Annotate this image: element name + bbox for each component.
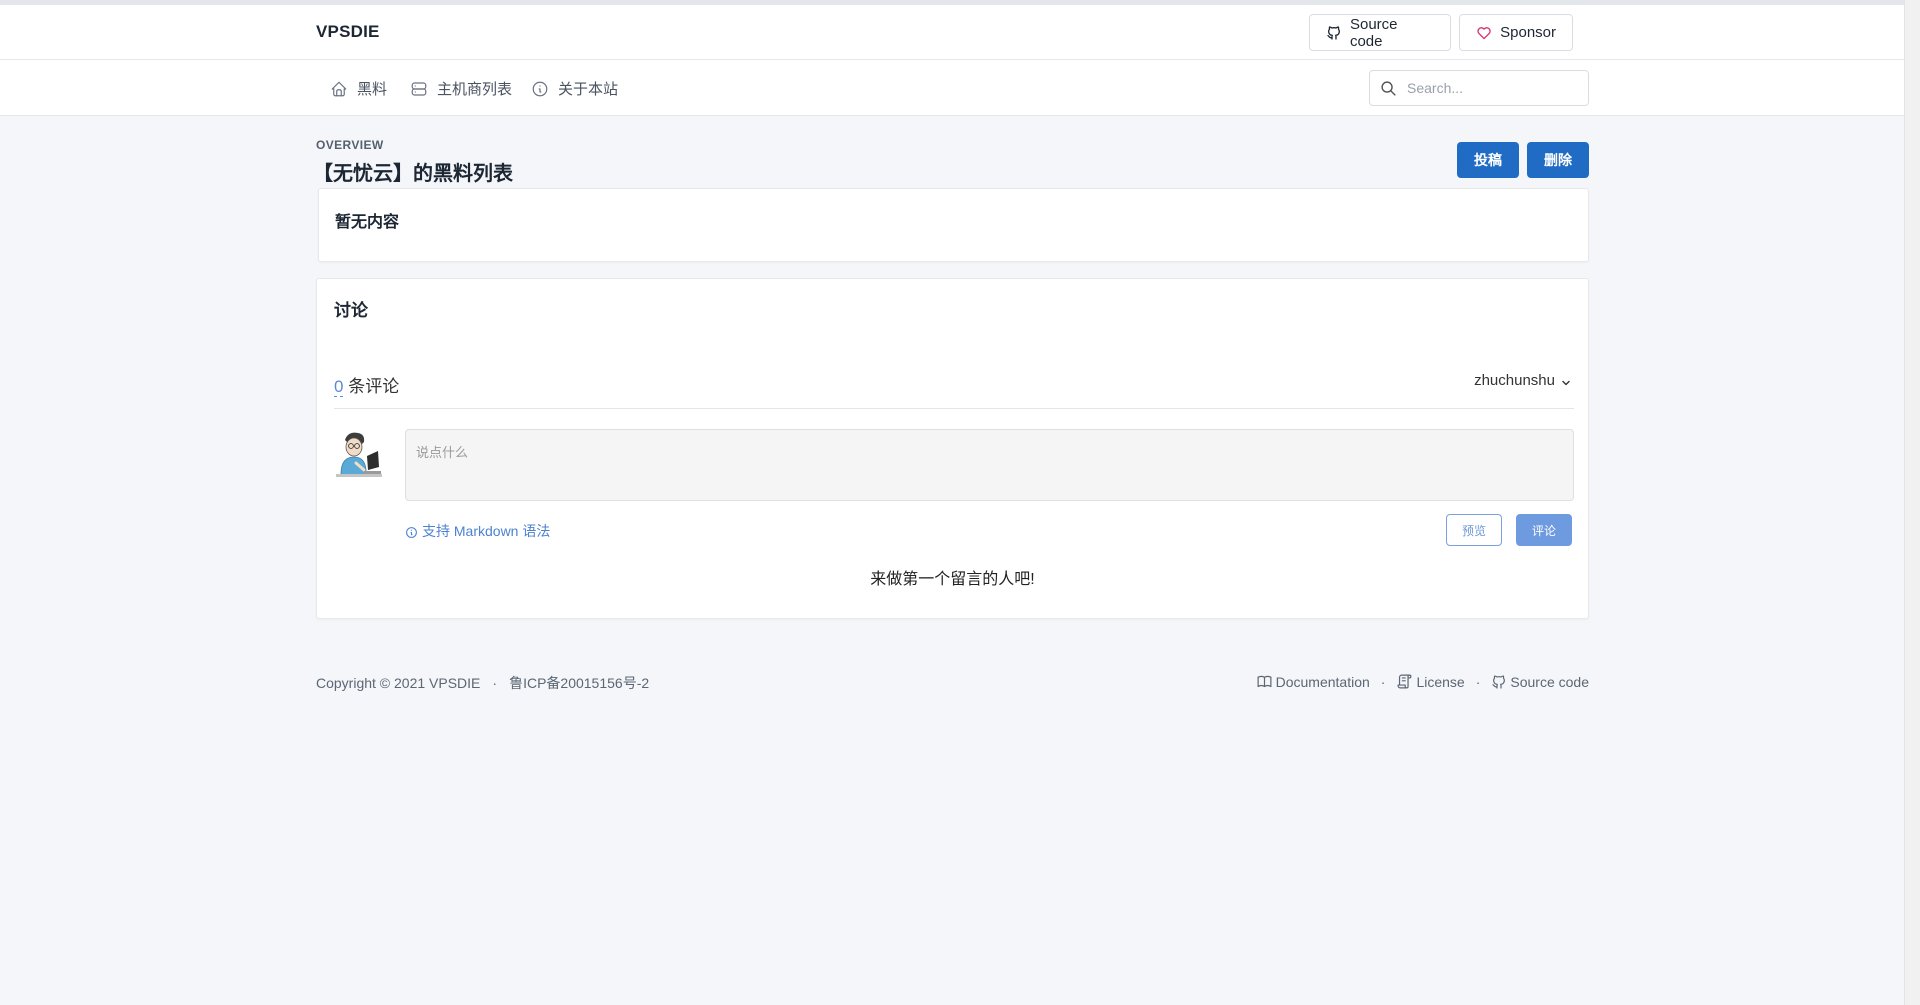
empty-state-text: 暂无内容 bbox=[335, 214, 400, 231]
source-code-button[interactable]: Source code bbox=[1309, 14, 1451, 51]
comment-count-suffix: 条评论 bbox=[348, 377, 400, 396]
github-icon bbox=[1327, 25, 1340, 40]
sponsor-button[interactable]: Sponsor bbox=[1459, 14, 1573, 51]
user-menu[interactable]: zhuchunshu bbox=[1474, 372, 1571, 389]
license-icon bbox=[1397, 674, 1412, 689]
separator-dot: · bbox=[1380, 673, 1386, 690]
separator-dot: · bbox=[1475, 673, 1481, 690]
empty-comments-message: 来做第一个留言的人吧! bbox=[870, 571, 1035, 588]
chevron-down-icon bbox=[1562, 380, 1570, 385]
search-box[interactable] bbox=[1369, 70, 1589, 106]
comment-count: 0 条评论 bbox=[334, 372, 399, 397]
copyright-text: Copyright © 2021 VPSDIE bbox=[316, 675, 481, 691]
divider bbox=[334, 408, 1574, 409]
separator-dot: · bbox=[492, 675, 498, 691]
documentation-label: Documentation bbox=[1275, 673, 1370, 690]
nav-item-hosts[interactable]: 主机商列表 bbox=[410, 78, 512, 99]
github-icon bbox=[1492, 674, 1506, 689]
heart-icon bbox=[1477, 27, 1491, 40]
info-circle-icon bbox=[406, 527, 417, 538]
home-icon bbox=[331, 81, 347, 96]
preview-button[interactable]: 预览 bbox=[1446, 514, 1502, 546]
license-label: License bbox=[1416, 673, 1465, 690]
source-code-label: Source code bbox=[1349, 15, 1398, 50]
search-input[interactable] bbox=[1407, 80, 1577, 96]
icp-link[interactable]: 鲁ICP备20015156号-2 bbox=[509, 673, 649, 693]
comment-count-number: 0 bbox=[334, 377, 344, 397]
nav-item-label: 主机商列表 bbox=[437, 81, 513, 98]
nav-bar: 黑料 主机商列表 关于本站 bbox=[0, 60, 1904, 116]
discussion-card: 讨论 0 条评论 zhuchunshu 支持 Markdown 语法 预览 评论… bbox=[316, 278, 1589, 619]
search-icon bbox=[1381, 80, 1396, 96]
avatar bbox=[334, 430, 384, 482]
sponsor-label: Sponsor bbox=[1500, 24, 1556, 41]
server-icon bbox=[411, 81, 427, 96]
footer-source-code-link[interactable]: Source code bbox=[1491, 674, 1589, 690]
comment-textarea[interactable] bbox=[405, 429, 1574, 501]
nav-item-about[interactable]: 关于本站 bbox=[531, 78, 618, 99]
scrollbar[interactable] bbox=[1904, 0, 1920, 1005]
submit-button[interactable]: 投稿 bbox=[1457, 142, 1519, 178]
content-card: 暂无内容 bbox=[318, 188, 1589, 262]
source-code-label: Source code bbox=[1510, 673, 1589, 690]
delete-button[interactable]: 删除 bbox=[1527, 142, 1589, 178]
footer-left: Copyright © 2021 VPSDIE · 鲁ICP备20015156号… bbox=[316, 673, 649, 693]
brand-logo[interactable]: VPSDIE bbox=[316, 22, 380, 42]
username: zhuchunshu bbox=[1474, 372, 1555, 389]
info-circle-icon bbox=[532, 81, 548, 96]
license-link[interactable]: License bbox=[1396, 673, 1465, 690]
documentation-link[interactable]: Documentation bbox=[1256, 673, 1370, 690]
discussion-title: 讨论 bbox=[334, 301, 368, 320]
nav-item-label: 关于本站 bbox=[558, 81, 619, 98]
markdown-hint-label: 支持 Markdown 语法 bbox=[422, 523, 551, 539]
top-header: VPSDIE Source code Sponsor bbox=[0, 5, 1904, 60]
overview-label: OVERVIEW bbox=[316, 138, 384, 152]
book-icon bbox=[1257, 675, 1272, 688]
footer-links: Documentation · License · Source code bbox=[1256, 673, 1589, 690]
post-comment-button[interactable]: 评论 bbox=[1516, 514, 1572, 546]
markdown-hint-link[interactable]: 支持 Markdown 语法 bbox=[405, 521, 550, 541]
nav-item-label: 黑料 bbox=[357, 81, 388, 98]
page-title: 【无忧云】的黑料列表 bbox=[313, 163, 513, 185]
nav-item-heiliao[interactable]: 黑料 bbox=[330, 78, 387, 99]
